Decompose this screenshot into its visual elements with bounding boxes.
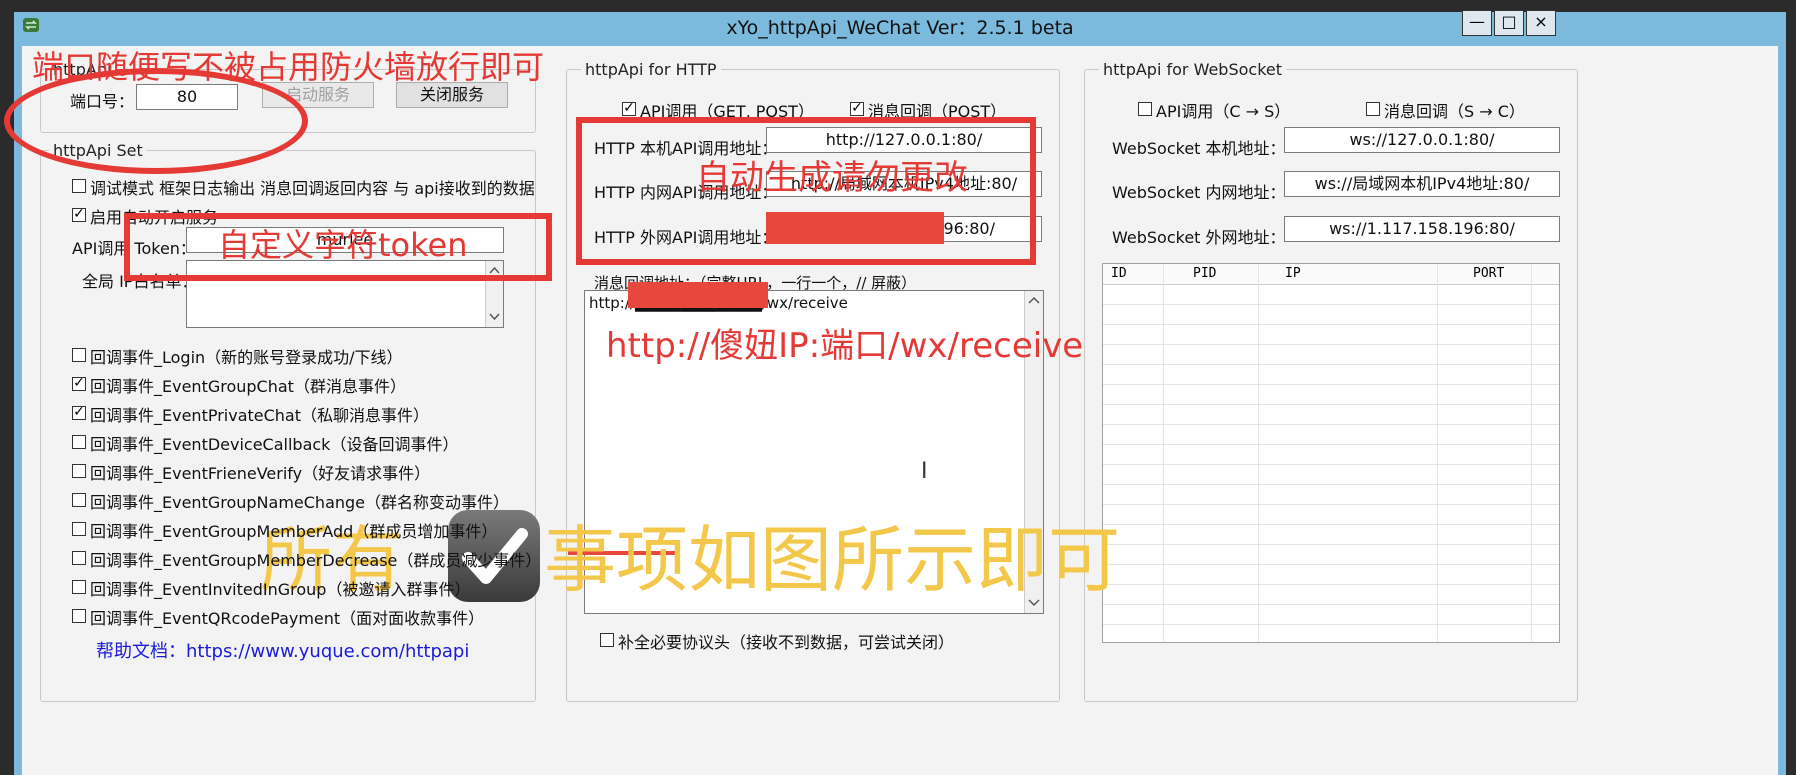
table-row-line <box>1103 604 1559 605</box>
title-bar[interactable]: xYo_httpApi_WeChat Ver：2.5.1 beta — □ × <box>14 10 1786 42</box>
event-checkbox[interactable] <box>72 522 86 536</box>
receive-url-annotation: http://傻妞IP:端口/wx/receive <box>606 326 1084 366</box>
column-header-id[interactable]: ID <box>1111 266 1127 281</box>
event-label: 回调事件_EventGroupMemberAdd（群成员增加事件） <box>90 522 498 541</box>
table-header: ID PID IP PORT <box>1103 264 1559 285</box>
event-checkbox[interactable] <box>72 493 86 507</box>
ws-local-label: WebSocket 本机地址： <box>1112 139 1286 158</box>
minimize-button[interactable]: — <box>1462 10 1492 36</box>
table-row-line <box>1103 584 1559 585</box>
client-area: httpApi 端口号： 80 启动服务 关闭服务 httpApi Set 调试… <box>4 46 1778 775</box>
ws-api-call-checkbox[interactable] <box>1138 102 1152 116</box>
http-group-label: httpApi for HTTP <box>581 60 721 79</box>
connections-table[interactable]: ID PID IP PORT <box>1102 263 1560 643</box>
event-label: 回调事件_EventGroupChat（群消息事件） <box>90 377 406 396</box>
text-cursor-icon: I <box>921 459 928 484</box>
ws-msg-callback-checkbox[interactable] <box>1366 102 1380 116</box>
websocket-group-label: httpApi for WebSocket <box>1099 60 1286 79</box>
table-row-line <box>1103 344 1559 345</box>
event-label: 回调事件_EventGroupMemberDecrease（群成员减少事件） <box>90 551 542 570</box>
table-row-line <box>1103 404 1559 405</box>
close-button[interactable]: × <box>1526 10 1556 36</box>
event-checkbox[interactable]: ✓ <box>72 376 86 391</box>
auto-start-checkbox[interactable]: ✓ <box>72 207 86 222</box>
event-checkbox[interactable]: ✓ <box>72 405 86 420</box>
debug-mode-label: 调试模式 框架日志输出 消息回调返回内容 与 api接收到的数据 <box>90 179 535 198</box>
table-row-line <box>1103 544 1559 545</box>
help-link[interactable]: 帮助文档：https://www.yuque.com/httpapi <box>96 637 469 663</box>
event-checkbox[interactable] <box>72 609 86 623</box>
event-checkbox[interactable] <box>72 348 86 362</box>
table-row-line <box>1103 564 1559 565</box>
auto-generated-annotation: 自动生成请勿更改 <box>696 158 968 198</box>
http-api-call-checkbox[interactable]: ✓ <box>622 101 636 116</box>
ws-msg-callback-label: 消息回调（S → C） <box>1384 102 1525 121</box>
wan-ip-redaction <box>766 212 944 244</box>
table-row-line <box>1103 324 1559 325</box>
table-row-line <box>1103 484 1559 485</box>
table-row-line <box>1103 304 1559 305</box>
all-items-annotation-right: 事项如图所示即可 <box>544 518 1121 602</box>
table-row-line <box>1103 424 1559 425</box>
event-checkbox[interactable] <box>72 580 86 594</box>
event-label: 回调事件_EventDeviceCallback（设备回调事件） <box>90 435 459 454</box>
token-annotation: 自定义字符token <box>218 226 468 264</box>
event-label: 回调事件_EventGroupNameChange（群名称变动事件） <box>90 493 510 512</box>
ws-local-input[interactable]: ws://127.0.0.1:80/ <box>1284 127 1560 153</box>
table-row-line <box>1103 504 1559 505</box>
ws-wan-label: WebSocket 外网地址： <box>1112 228 1286 247</box>
event-checkbox[interactable] <box>72 435 86 449</box>
table-row-line <box>1103 464 1559 465</box>
ws-api-call-label: API调用（C → S） <box>1156 102 1291 121</box>
port-annotation: 端口随便写不被占用防火墙放行即可 <box>32 48 545 86</box>
event-checkbox[interactable] <box>72 551 86 565</box>
column-header-ip[interactable]: IP <box>1285 266 1301 281</box>
event-label: 回调事件_EventFrieneVerify（好友请求事件） <box>90 464 431 483</box>
table-column-line <box>1258 264 1259 642</box>
maximize-button[interactable]: □ <box>1494 10 1524 36</box>
complete-header-checkbox[interactable] <box>600 633 614 647</box>
callback-ip-redaction <box>628 282 768 308</box>
table-column-line <box>1437 264 1438 642</box>
table-column-line <box>1163 264 1164 642</box>
ws-wan-input[interactable]: ws://1.117.158.196:80/ <box>1284 216 1560 242</box>
complete-header-label: 补全必要协议头（接收不到数据，可尝试关闭） <box>618 633 955 652</box>
event-checkbox[interactable] <box>72 464 86 478</box>
table-row-line <box>1103 524 1559 525</box>
ws-lan-label: WebSocket 内网地址： <box>1112 183 1286 202</box>
event-label: 回调事件_Login（新的账号登录成功/下线） <box>90 348 403 367</box>
debug-mode-checkbox[interactable] <box>72 179 86 193</box>
table-row-line <box>1103 364 1559 365</box>
table-row-line <box>1103 384 1559 385</box>
http-msg-callback-checkbox[interactable]: ✓ <box>850 101 864 116</box>
table-row-line <box>1103 624 1559 625</box>
app-window: xYo_httpApi_WeChat Ver：2.5.1 beta — □ × … <box>4 10 1786 775</box>
column-header-port[interactable]: PORT <box>1473 266 1504 281</box>
event-label: 回调事件_EventInvitedInGroup（被邀请入群事件） <box>90 580 471 599</box>
event-label: 回调事件_EventPrivateChat（私聊消息事件） <box>90 406 430 425</box>
table-row-line <box>1103 444 1559 445</box>
column-header-pid[interactable]: PID <box>1193 266 1216 281</box>
table-column-line <box>1531 264 1532 642</box>
event-label: 回调事件_EventQRcodePayment（面对面收款事件） <box>90 609 485 628</box>
ws-lan-input[interactable]: ws://局域网本机IPv4地址:80/ <box>1284 171 1560 197</box>
